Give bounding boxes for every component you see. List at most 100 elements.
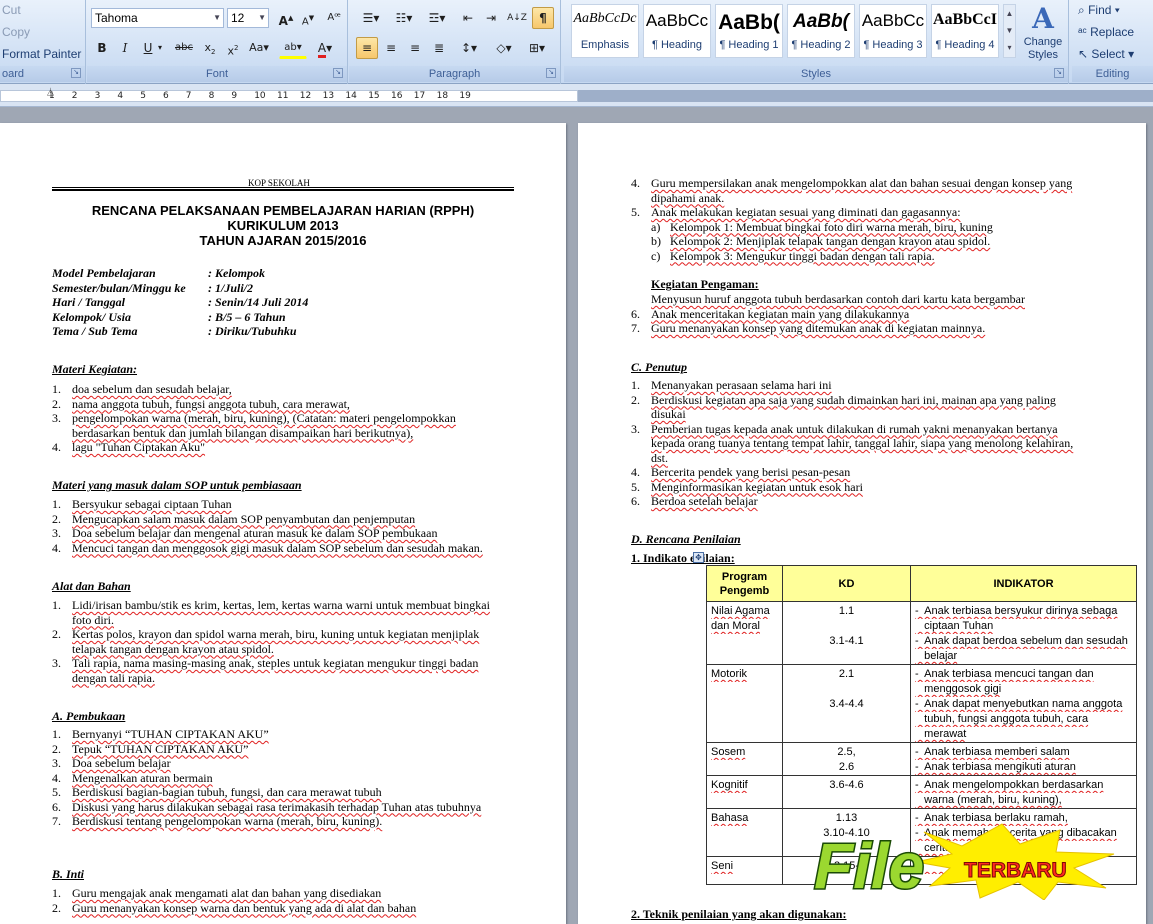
list-item-number: 4. bbox=[52, 440, 61, 454]
indikator-cell-line: belajar bbox=[915, 650, 958, 662]
styles-launcher-icon[interactable]: ↘ bbox=[1054, 68, 1064, 78]
section-heading: Materi yang masuk dalam SOP untuk pembia… bbox=[52, 478, 302, 492]
multilevel-list-icon[interactable]: ☲▾ bbox=[422, 7, 452, 29]
strikethrough-icon[interactable]: abc bbox=[171, 37, 197, 59]
bullets-icon[interactable]: ☰▾ bbox=[356, 7, 386, 29]
list-item-number: 5. bbox=[631, 205, 640, 219]
styles-group: AaBbCcDc Emphasis AaBbCc ¶ Heading AaBb(¶ … bbox=[564, 0, 1069, 84]
program-cell: Bahasa bbox=[706, 808, 783, 857]
list-item-number: 7. bbox=[52, 814, 61, 828]
ruler-number: 2 bbox=[71, 91, 78, 101]
kd-cell: 1.1 3.1-4.1 bbox=[782, 601, 911, 665]
list-item: Bernyanyi “TUHAN CIPTAKAN AKU” bbox=[72, 727, 269, 741]
list-item: Kertas polos, krayon dan spidol warna me… bbox=[72, 627, 480, 641]
kd-cell: 2.5, 2.6 bbox=[782, 742, 911, 776]
replace-button[interactable]: ᵃᶜ Replace bbox=[1078, 22, 1134, 42]
shading-icon[interactable]: ◇▾ bbox=[490, 37, 518, 59]
list-item: Doa sebelum belajar dan mengenal aturan … bbox=[72, 526, 438, 540]
align-center-icon[interactable]: ≡ bbox=[380, 37, 402, 59]
list-item-number: 4. bbox=[631, 465, 640, 479]
indikator-cell: - Anak terbiasa memberi salam - Anak terb… bbox=[910, 742, 1137, 776]
indikator-cell-line: - Anak terbiasa bersyukur dirinya sebaga bbox=[915, 605, 1118, 617]
ruler-number: 19 bbox=[459, 91, 471, 101]
meta-value: : Senin/14 Juli 2014 bbox=[208, 295, 309, 309]
list-item: Berdiskusi kegiatan apa saja yang sudah … bbox=[651, 392, 1056, 407]
list-item-number: 4. bbox=[631, 176, 640, 190]
find-button[interactable]: ⌕ Find ▾ bbox=[1078, 0, 1120, 20]
indikator-cell-line: - Anak dapat berdoa sebelum dan sesudah bbox=[915, 635, 1128, 647]
paragraph-launcher-icon[interactable]: ↘ bbox=[546, 68, 556, 78]
clipboard-launcher-icon[interactable]: ↘ bbox=[71, 68, 81, 78]
list-item-number: 1. bbox=[631, 378, 640, 392]
list-item: Mengenalkan aturan bermain bbox=[72, 770, 213, 785]
indikator-cell-line: warna (merah, biru, kuning), bbox=[915, 794, 1062, 806]
clear-formatting-icon[interactable]: Aꟹ bbox=[323, 7, 345, 29]
underline-dropdown-icon[interactable]: ▾ bbox=[153, 37, 167, 59]
list-item: dipahami anak. bbox=[651, 190, 725, 205]
cut-button[interactable]: Cut bbox=[2, 0, 21, 20]
section-heading: Alat dan Bahan bbox=[52, 579, 131, 593]
table-move-handle-icon[interactable]: ✥ bbox=[693, 552, 704, 563]
cursor-icon: ↖ bbox=[1078, 47, 1089, 61]
style-heading-2[interactable]: AaBb(¶ Heading 2 bbox=[787, 4, 855, 58]
highlight-color-icon[interactable]: ab▾ bbox=[279, 37, 307, 59]
sort-icon[interactable]: A↓Z bbox=[506, 7, 528, 29]
program-cell-line: dan Moral bbox=[711, 620, 760, 632]
align-right-icon[interactable]: ≡ bbox=[404, 37, 426, 59]
style-heading-4[interactable]: AaBbCcI ¶ Heading 4 bbox=[931, 4, 999, 58]
increase-indent-icon[interactable]: ⇥ bbox=[480, 7, 502, 29]
styles-scroll[interactable]: ▲ ▼ ▾ bbox=[1003, 4, 1016, 58]
borders-icon[interactable]: ⊞▾ bbox=[523, 37, 551, 59]
bold-icon[interactable]: B bbox=[91, 37, 113, 59]
grow-font-icon[interactable]: A▲ bbox=[275, 7, 297, 29]
style-heading-3[interactable]: AaBbCc ¶ Heading 3 bbox=[859, 4, 927, 58]
header-rule bbox=[52, 187, 514, 188]
list-item: Kelompok 2: Menjiplak telapak tangan den… bbox=[670, 234, 991, 248]
kd-cell-line: 3.4-4.4 bbox=[829, 698, 864, 710]
copy-button[interactable]: Copy bbox=[2, 22, 30, 42]
doc-subtitle-kurikulum: KURIKULUM 2013 bbox=[227, 218, 339, 233]
table-row: Motorik 2.1 3.4-4.4 - Anak terbiasa mencuci… bbox=[706, 664, 1137, 743]
change-styles-icon[interactable]: A bbox=[1022, 2, 1064, 36]
superscript-icon[interactable]: x2 bbox=[222, 37, 244, 59]
kd-cell: 2.1 3.4-4.4 bbox=[782, 664, 911, 743]
subscript-icon[interactable]: x2 bbox=[199, 37, 221, 59]
list-item: kepada orang tuanya tentang tempat lahir… bbox=[651, 436, 1074, 450]
style-name: ¶ Heading 3 bbox=[863, 39, 923, 51]
list-item-number: 1. bbox=[52, 727, 61, 741]
select-button[interactable]: ↖ Select ▾ bbox=[1078, 44, 1134, 64]
font-launcher-icon[interactable]: ↘ bbox=[333, 68, 343, 78]
list-item: Anak menceritakan kegiatan main yang dil… bbox=[651, 306, 910, 321]
style-heading[interactable]: AaBbCc ¶ Heading bbox=[643, 4, 711, 58]
font-color-icon[interactable]: A▾ bbox=[311, 37, 339, 59]
meta-value: : Kelompok bbox=[208, 266, 265, 280]
numbering-icon[interactable]: ☷▾ bbox=[389, 7, 419, 29]
ruler-inactive-area bbox=[578, 90, 1153, 102]
editing-group: ⌕ Find ▾ ᵃᶜ Replace ↖ Select ▾ Editing bbox=[1072, 0, 1153, 84]
table-header-kd: KD bbox=[782, 565, 911, 602]
show-paragraph-marks-icon[interactable]: ¶ bbox=[532, 7, 554, 29]
style-heading-1[interactable]: AaBb(¶ Heading 1 bbox=[715, 4, 783, 58]
style-name: Emphasis bbox=[580, 39, 630, 51]
line-spacing-icon[interactable]: ↕▾ bbox=[455, 37, 483, 59]
format-painter-button[interactable]: Format Painter bbox=[2, 44, 81, 64]
italic-icon[interactable]: I bbox=[114, 37, 136, 59]
font-size-combo[interactable]: 12 ▼ bbox=[227, 8, 269, 28]
editing-group-label: Editing bbox=[1072, 66, 1153, 82]
subsection-heading: 2. Teknik penilaian yang akan digunakan: bbox=[631, 907, 847, 921]
ruler-number: 3 bbox=[94, 91, 101, 101]
justify-icon[interactable]: ≣ bbox=[428, 37, 450, 59]
change-styles-button[interactable]: Change Styles bbox=[1016, 36, 1070, 62]
decrease-indent-icon[interactable]: ⇤ bbox=[457, 7, 479, 29]
font-name-combo[interactable]: Tahoma ▼ bbox=[91, 8, 224, 28]
shrink-font-icon[interactable]: A▼ bbox=[297, 7, 319, 29]
style-emphasis[interactable]: AaBbCcDc Emphasis bbox=[571, 4, 639, 58]
program-cell-line: Nilai Agama bbox=[711, 605, 770, 617]
align-left-icon[interactable]: ≡ bbox=[356, 37, 378, 59]
ruler-number: 9 bbox=[231, 91, 238, 101]
change-case-icon[interactable]: Aa▾ bbox=[245, 37, 273, 59]
indikator-cell-line: - Anak mengelompokkan berdasarkan bbox=[915, 779, 1104, 791]
ruler-number: 12 bbox=[299, 91, 312, 101]
style-preview: AaBbCc bbox=[861, 11, 925, 30]
horizontal-ruler[interactable]: ⏃ 1 2 3 4 5 6 7 8 9 10 11 12 13 14 15 16 17 18 19 bbox=[0, 84, 1153, 107]
